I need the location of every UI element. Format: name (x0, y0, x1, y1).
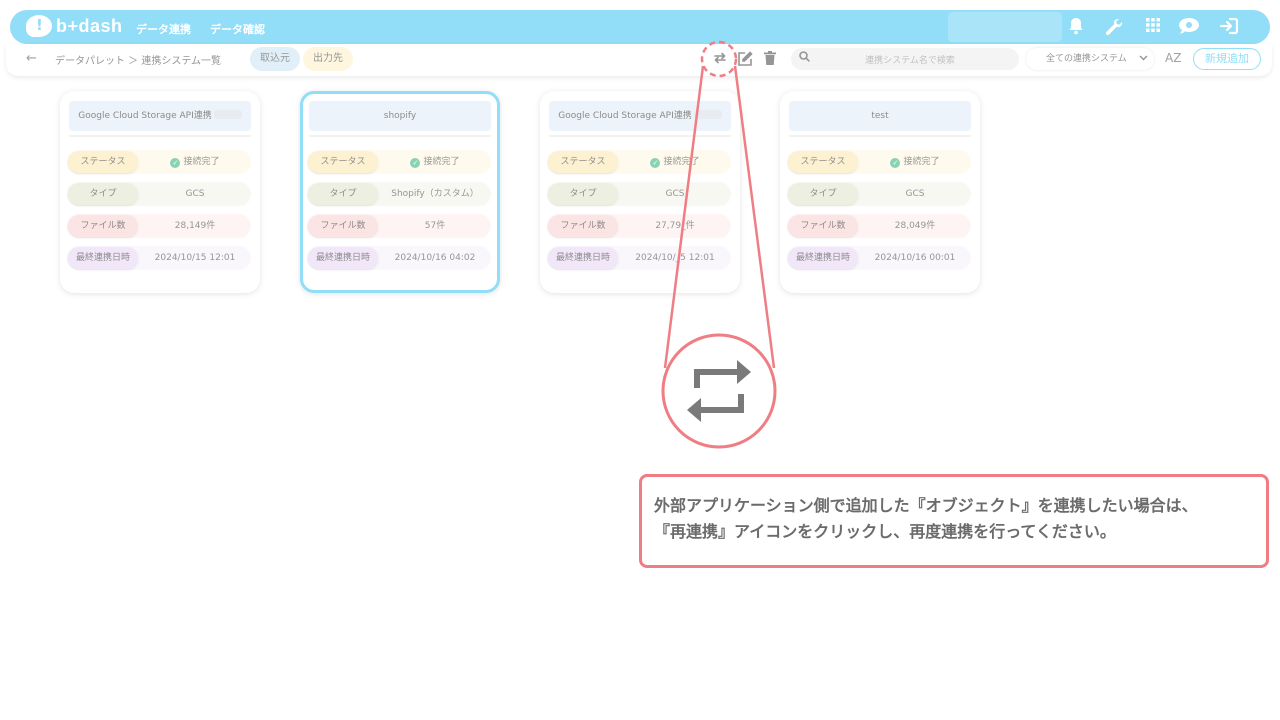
note-line-2: 『再連携』アイコンをクリックし、再度連携を行ってください。 (654, 522, 1116, 541)
zoom-circle (661, 333, 777, 449)
note-line-1: 外部アプリケーション側で追加した『オブジェクト』を連携したい場合は、 (654, 496, 1198, 515)
callout-line-left (663, 65, 705, 369)
highlight-ring (700, 40, 738, 78)
callout-line-right (733, 65, 776, 369)
callout-graphic (661, 40, 777, 449)
instruction-note: 外部アプリケーション側で追加した『オブジェクト』を連携したい場合は、 『再連携』… (639, 474, 1269, 568)
